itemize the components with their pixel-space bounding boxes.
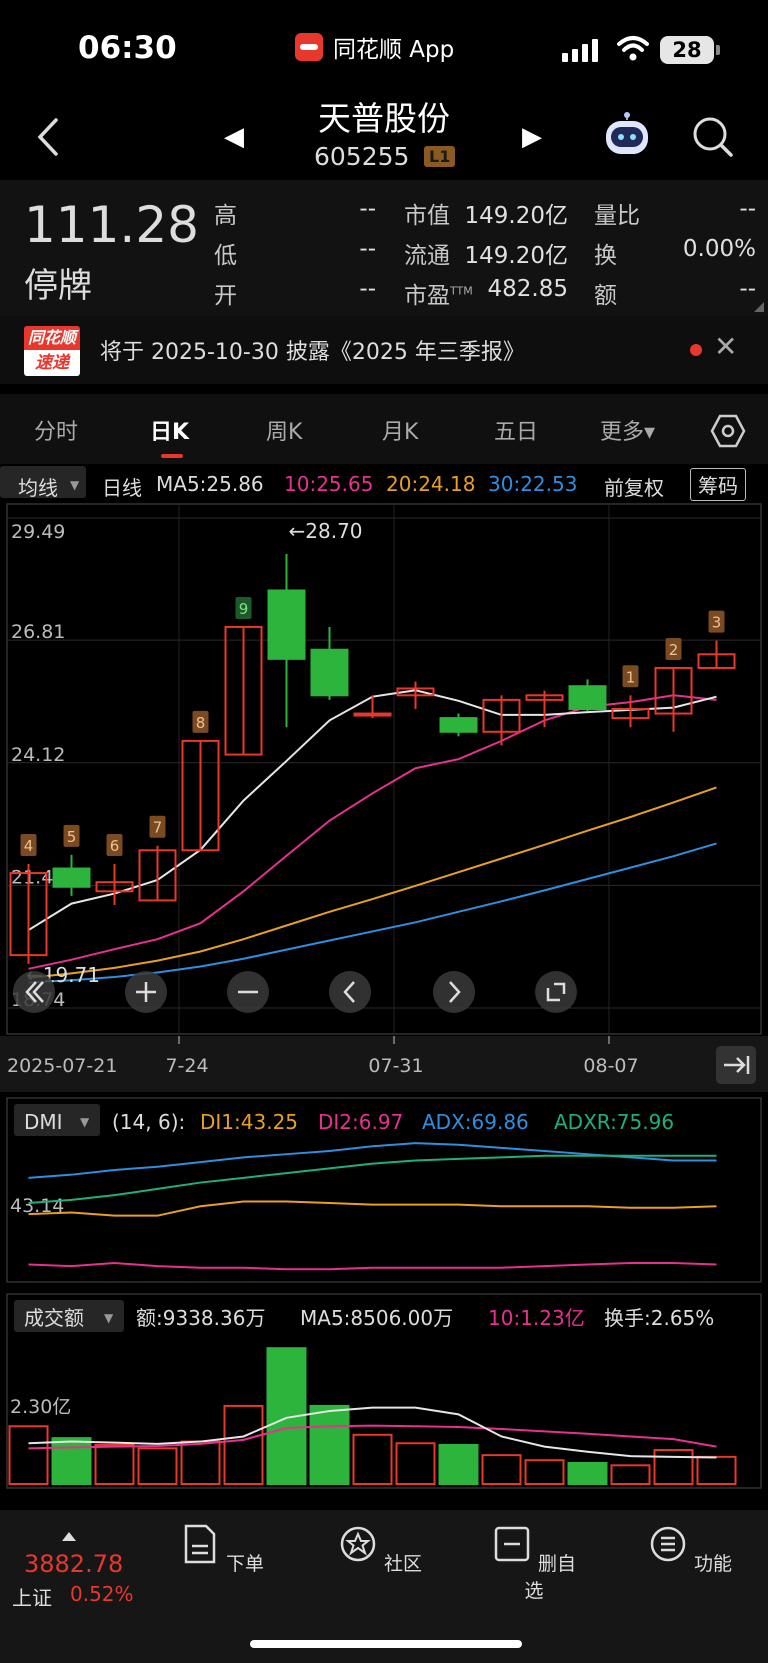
- candle-body: [439, 717, 478, 733]
- amount-title: 成交额: [24, 1306, 84, 1330]
- community-button[interactable]: 社区: [330, 1522, 430, 1576]
- community-icon: [340, 1526, 376, 1562]
- move-right-button[interactable]: [433, 971, 475, 1013]
- candle-body: [568, 685, 607, 710]
- dmi-title: DMI: [24, 1110, 63, 1134]
- amount-bar: [524, 1459, 565, 1485]
- zoom-out-button[interactable]: [227, 971, 269, 1013]
- ma5-line: [27, 689, 717, 931]
- sequence-tag-number: 8: [196, 714, 206, 732]
- bottom-toolbar: 3882.78 上证 0.52% 下单 社区 删自选 功能: [0, 1510, 768, 1663]
- sequence-tag-number: 4: [24, 837, 34, 855]
- scroll-left-fast-button[interactable]: [13, 971, 55, 1013]
- amount-bar: [395, 1442, 436, 1486]
- order-label: 下单: [226, 1553, 265, 1575]
- dmi-adx-line: [28, 1142, 717, 1179]
- date-tick-label: 2025-07-21: [7, 1055, 117, 1077]
- index-value[interactable]: 3882.78: [24, 1550, 123, 1578]
- amount-ma5-label: MA5:8506.00万: [300, 1306, 453, 1330]
- amount-ma10-label: 10:1.23亿: [488, 1306, 585, 1330]
- jump-latest-button[interactable]: [716, 1046, 756, 1084]
- sequence-tag-number: 2: [669, 641, 679, 659]
- ma10-line: [28, 694, 717, 970]
- date-tick-label: 7-24: [165, 1055, 208, 1077]
- dmi-di2-label: DI2:6.97: [318, 1110, 403, 1134]
- dmi-adxr-label: ADXR:75.96: [554, 1110, 674, 1134]
- remove-watchlist-icon: [494, 1526, 530, 1562]
- index-name: 上证: [12, 1586, 52, 1610]
- date-tick-label: 07-31: [368, 1055, 423, 1077]
- amount-turnover-label: 换手:2.65%: [604, 1306, 714, 1330]
- dmi-params: (14, 6):: [112, 1110, 185, 1134]
- move-left-button[interactable]: [329, 971, 371, 1013]
- candle-body: [52, 867, 91, 888]
- dmi-adxr-line: [28, 1154, 717, 1205]
- price-tick-label: 29.49: [11, 521, 65, 543]
- price-tick-label: 26.81: [11, 621, 65, 643]
- dmi-lines: [28, 1142, 717, 1271]
- kline-candles: 4 5 6 7 8 9 1 2 3: [9, 554, 736, 964]
- zoom-in-button[interactable]: [125, 971, 167, 1013]
- amount-bar: [8, 1425, 49, 1485]
- amount-bar: [610, 1464, 651, 1485]
- community-label: 社区: [384, 1553, 423, 1575]
- candle-body: [310, 648, 349, 697]
- candle-body: [267, 589, 306, 660]
- remove-watchlist-label: 删自选: [524, 1553, 577, 1602]
- order-icon: [184, 1524, 216, 1564]
- amount-bar: [223, 1404, 264, 1486]
- kline-axis-labels: 29.4926.8124.1221.4318.74: [11, 521, 65, 1011]
- amount-bar: [696, 1455, 737, 1485]
- sequence-tag-number: 1: [626, 668, 636, 686]
- sequence-tag-number: 7: [153, 819, 163, 837]
- kline-ma-lines: [27, 689, 717, 984]
- dmi-caret-icon: ▼: [80, 1115, 90, 1129]
- amount-bar: [180, 1440, 221, 1485]
- amount-caret-icon: ▼: [104, 1311, 114, 1325]
- functions-label: 功能: [694, 1553, 733, 1575]
- functions-button[interactable]: 功能: [640, 1522, 740, 1576]
- sequence-tag-number: 3: [712, 614, 722, 632]
- amount-ma5-line: [28, 1406, 717, 1459]
- amount-bars: [8, 1347, 737, 1486]
- amount-bar: [51, 1437, 92, 1486]
- remove-watchlist-button[interactable]: 删自选: [484, 1522, 584, 1603]
- chart-canvas[interactable]: 29.4926.8124.1221.4318.74 456789123 ←28.…: [0, 0, 768, 1510]
- sequence-tag-number: 6: [110, 837, 120, 855]
- dmi-di1-label: DI1:43.25: [200, 1110, 298, 1134]
- amount-bar: [481, 1454, 522, 1485]
- amount-bar: [137, 1447, 178, 1486]
- amount-bar: [567, 1461, 608, 1486]
- price-tick-label: 24.12: [11, 744, 65, 766]
- amount-bar: [309, 1404, 350, 1486]
- kline-panel-border: [6, 503, 762, 1035]
- amount-y-tick: 2.30亿: [10, 1396, 71, 1418]
- expand-up-icon[interactable]: [62, 1532, 76, 1541]
- kline-grid: [7, 504, 761, 1034]
- amount-bar: [653, 1449, 694, 1485]
- dmi-adx-label: ADX:69.86: [422, 1110, 529, 1134]
- date-tick-label: 08-07: [583, 1055, 638, 1077]
- dmi-di2-line: [28, 1261, 717, 1271]
- fullscreen-button[interactable]: [535, 971, 577, 1013]
- amount-bar: [438, 1443, 479, 1486]
- order-button[interactable]: 下单: [172, 1522, 272, 1576]
- dmi-di1-line: [28, 1200, 717, 1217]
- amount-bar: [94, 1443, 135, 1486]
- sequence-tag-number: 9: [239, 600, 249, 618]
- sequence-tag-number: 5: [67, 828, 77, 846]
- ma30-line: [28, 842, 717, 984]
- amount-value-label: 额:9338.36万: [136, 1306, 265, 1330]
- home-indicator: [250, 1640, 522, 1648]
- menu-icon: [650, 1526, 686, 1562]
- index-change: 0.52%: [70, 1582, 134, 1606]
- amount-bar: [352, 1433, 393, 1486]
- high-annotation: ←28.70: [289, 519, 363, 543]
- candle-body: [353, 712, 392, 717]
- amount-ma-lines: [28, 1406, 717, 1459]
